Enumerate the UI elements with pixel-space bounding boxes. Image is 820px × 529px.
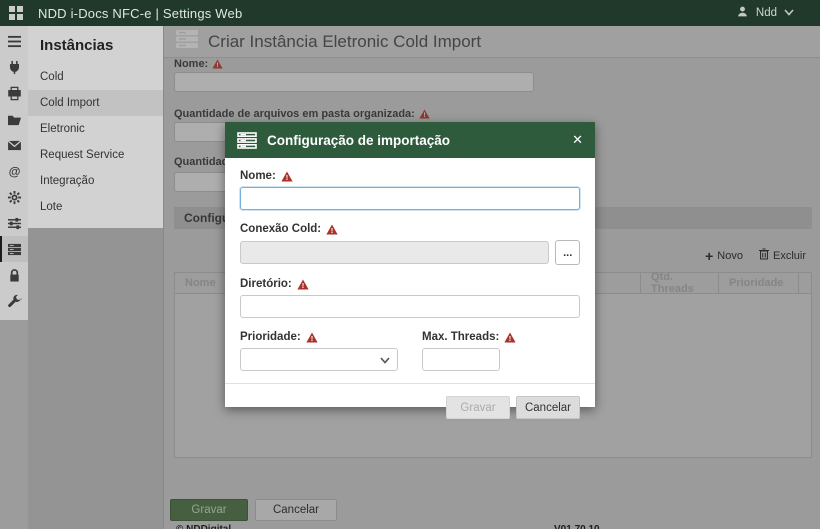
app-window: NDD i-Docs NFC-e | Settings Web Ndd [0, 0, 820, 529]
page-title: Criar Instância Eletronic Cold Import [208, 32, 481, 52]
at-icon[interactable]: @ [0, 158, 28, 184]
top-bar: NDD i-Docs NFC-e | Settings Web Ndd [0, 0, 820, 26]
modal-header: Configuração de importação ✕ [225, 122, 595, 158]
svg-text:!: ! [509, 334, 512, 343]
required-warning-icon: ! [504, 332, 516, 343]
sidebar-item-cold-import[interactable]: Cold Import [28, 90, 163, 116]
modal-nome-input[interactable] [240, 187, 580, 210]
sidebar-item-eletronic[interactable]: Eletronic [28, 116, 163, 142]
modal-cancelar-button[interactable]: Cancelar [516, 396, 580, 419]
modal-diretorio-label: Diretório: ! [240, 278, 580, 290]
close-icon[interactable]: ✕ [572, 132, 583, 148]
browse-button[interactable]: ... [555, 240, 580, 265]
import-config-modal: Configuração de importação ✕ Nome: ! Con… [225, 122, 595, 407]
folder-icon[interactable] [0, 106, 28, 132]
modal-gravar-button[interactable]: Gravar [446, 396, 510, 419]
user-icon [736, 5, 749, 21]
required-warning-icon: ! [419, 109, 430, 119]
svg-text:!: ! [217, 62, 219, 69]
printer-icon[interactable] [0, 80, 28, 106]
sidebar-item-request-service[interactable]: Request Service [28, 142, 163, 168]
lock-icon[interactable] [0, 262, 28, 288]
page-server-icon [174, 28, 200, 55]
gravar-button[interactable]: Gravar [170, 499, 248, 521]
modal-diretorio-input[interactable] [240, 295, 580, 318]
cancelar-button[interactable]: Cancelar [255, 499, 337, 521]
envelope-icon[interactable] [0, 132, 28, 158]
sidebar: Instâncias Cold Cold Import Eletronic Re… [28, 26, 164, 529]
novo-button[interactable]: + Novo [705, 249, 743, 263]
app-grid-logo-icon[interactable] [9, 6, 24, 21]
svg-text:@: @ [8, 164, 20, 178]
sidebar-item-integracao[interactable]: Integração [28, 168, 163, 194]
modal-max-threads-label: Max. Threads: ! [422, 331, 516, 343]
nome-input[interactable] [174, 72, 534, 92]
chevron-down-icon [380, 357, 390, 364]
required-warning-icon: ! [281, 171, 293, 182]
footer-version: V01.70.10 [554, 524, 600, 529]
modal-conexao-label: Conexão Cold: ! [240, 223, 580, 235]
modal-server-icon [237, 132, 257, 149]
sidebar-item-cold[interactable]: Cold [28, 64, 163, 90]
sidebar-title: Instâncias [28, 26, 163, 64]
column-header-qtd-threads[interactable]: Qtd. Threads [641, 273, 719, 293]
max-threads-input[interactable] [422, 348, 500, 371]
plug-icon[interactable] [0, 54, 28, 80]
required-warning-icon: ! [212, 59, 223, 69]
plus-icon: + [705, 249, 713, 263]
modal-title: Configuração de importação [267, 133, 450, 148]
wrench-icon[interactable] [0, 288, 28, 314]
sidebar-item-lote[interactable]: Lote [28, 194, 163, 220]
svg-text:!: ! [423, 112, 425, 119]
modal-conexao-input [240, 241, 549, 264]
menu-toggle-icon[interactable] [0, 28, 28, 54]
user-menu[interactable]: Ndd [736, 5, 794, 21]
gear-icon[interactable] [0, 184, 28, 210]
required-warning-icon: ! [306, 332, 318, 343]
footer-copyright: © NDDigital [176, 524, 231, 529]
user-name: Ndd [756, 7, 777, 19]
svg-text:!: ! [331, 226, 334, 235]
server-icon[interactable] [0, 236, 28, 262]
modal-nome-label: Nome: ! [240, 170, 580, 182]
column-header-prioridade[interactable]: Prioridade [719, 273, 799, 293]
prioridade-select[interactable] [240, 348, 398, 371]
svg-text:!: ! [302, 281, 305, 290]
column-header-empty [799, 273, 811, 293]
required-warning-icon: ! [326, 224, 338, 235]
icon-rail: @ [0, 26, 28, 529]
nome-label: Nome: ! [174, 58, 223, 70]
trash-icon [759, 248, 769, 263]
user-chevron-down-icon [784, 7, 794, 19]
qtd-arquivos-label: Quantidade de arquivos em pasta organiza… [174, 108, 430, 120]
svg-text:!: ! [286, 173, 289, 182]
required-warning-icon: ! [297, 279, 309, 290]
svg-text:!: ! [310, 334, 313, 343]
sliders-icon[interactable] [0, 210, 28, 236]
excluir-button[interactable]: Excluir [759, 248, 806, 263]
modal-prioridade-label: Prioridade: ! [240, 331, 398, 343]
app-title: NDD i-Docs NFC-e | Settings Web [38, 6, 242, 21]
